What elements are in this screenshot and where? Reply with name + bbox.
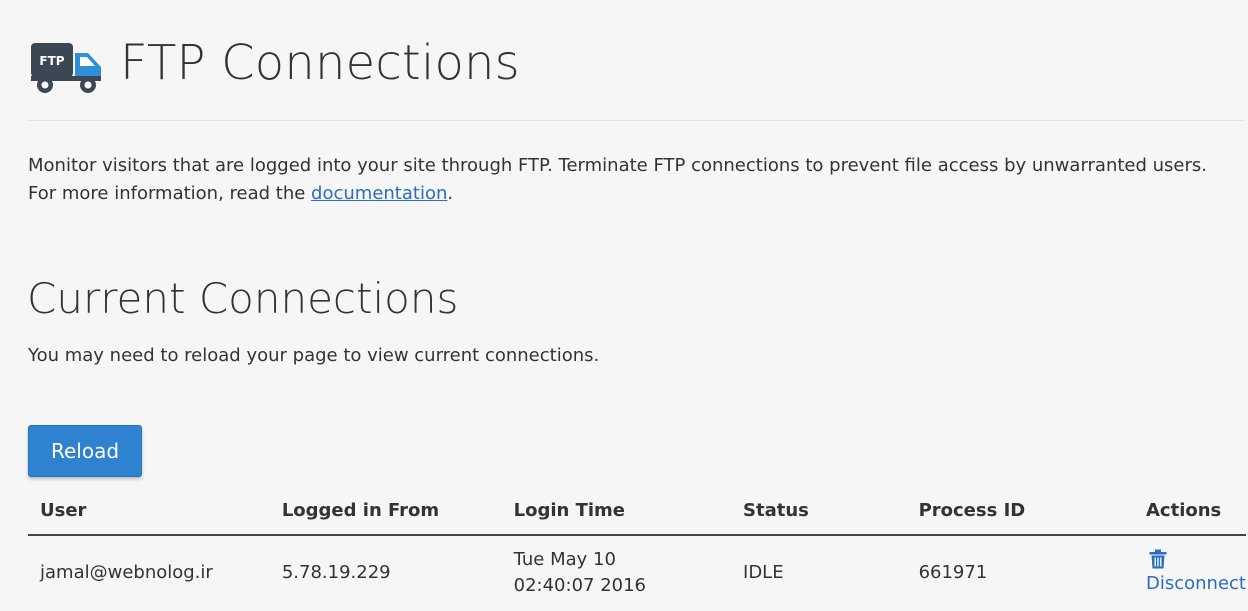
trash-icon[interactable] — [1149, 549, 1167, 569]
cell-user: jamal@webnolog.ir — [40, 562, 213, 583]
column-header-status[interactable]: Status — [731, 486, 907, 536]
reload-button[interactable]: Reload — [28, 425, 142, 477]
ftp-truck-logo-icon: FTP — [28, 23, 106, 101]
table-header-row: User Logged in From Login Time Status Pr… — [28, 486, 1246, 536]
page-header: FTP FTP Connections — [28, 22, 520, 102]
page-description: Monitor visitors that are logged into yo… — [28, 152, 1233, 208]
disconnect-button[interactable]: Disconnect — [1146, 549, 1246, 594]
login-time-clock: 02:40:07 2016 — [513, 575, 646, 596]
logo-text: FTP — [39, 54, 64, 68]
cell-status: IDLE — [743, 562, 784, 583]
section-title: Current Connections — [27, 274, 459, 323]
page-title: FTP Connections — [120, 35, 520, 91]
description-end: . — [447, 183, 454, 204]
table-row: jamal@webnolog.ir 5.78.19.229 Tue May 10… — [28, 535, 1246, 610]
column-header-user[interactable]: User — [28, 486, 270, 536]
description-text: Monitor visitors that are logged into yo… — [28, 155, 1207, 204]
column-header-actions: Actions — [1134, 486, 1246, 536]
connections-table: User Logged in From Login Time Status Pr… — [28, 486, 1246, 610]
column-header-process-id[interactable]: Process ID — [906, 486, 1134, 536]
section-subtitle: You may need to reload your page to view… — [28, 345, 600, 366]
column-header-login-time[interactable]: Login Time — [501, 486, 732, 536]
page: FTP FTP Connections Monitor visitors tha… — [0, 0, 1248, 611]
cell-process-id: 661971 — [918, 562, 988, 583]
cell-login-time: Tue May 10 02:40:07 2016 — [502, 535, 731, 610]
disconnect-label[interactable]: Disconnect — [1146, 573, 1246, 594]
title-divider — [28, 120, 1244, 121]
cell-logged-from: 5.78.19.229 — [281, 562, 391, 583]
column-header-logged-from[interactable]: Logged in From — [269, 486, 502, 536]
login-time-date: Tue May 10 — [513, 549, 616, 570]
documentation-link[interactable]: documentation — [311, 183, 447, 204]
cell-actions: Disconnect — [1134, 535, 1246, 610]
